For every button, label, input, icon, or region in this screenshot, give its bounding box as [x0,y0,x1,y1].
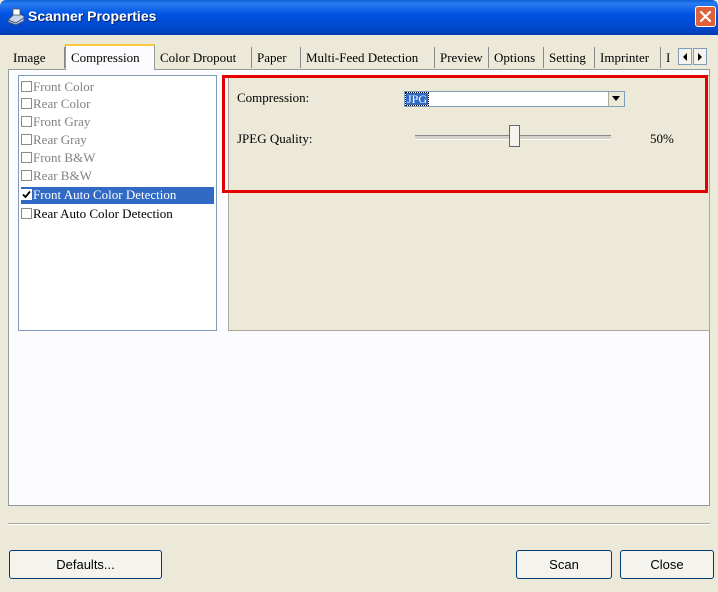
checkbox[interactable] [21,170,32,181]
defaults-button[interactable]: Defaults... [9,550,162,579]
checkbox[interactable] [21,116,32,127]
checkbox[interactable] [21,98,32,109]
tab-scroll-right-button[interactable] [693,48,707,65]
checkbox[interactable] [21,134,32,145]
tab-paper[interactable]: Paper [252,47,301,68]
window-title: Scanner Properties [28,8,157,24]
close-window-button[interactable] [695,6,716,27]
tab-multi-feed-detection[interactable]: Multi-Feed Detection [301,47,435,68]
checkbox[interactable] [21,81,32,92]
arrow-right-icon [698,53,702,61]
check-icon [22,190,31,199]
tab-imprinter[interactable]: Imprinter [595,47,661,68]
tab-options[interactable]: Options [489,47,544,68]
checkbox-checked[interactable] [21,189,32,200]
close-icon [699,10,712,23]
tab-compression[interactable]: Compression [65,44,155,70]
close-button[interactable]: Close [620,550,714,579]
highlight-annotation-box [222,75,708,193]
scan-button[interactable]: Scan [516,550,612,579]
checkbox[interactable] [21,152,32,163]
tab-color-dropout[interactable]: Color Dropout [155,47,252,68]
list-item-front-auto-color-detection[interactable]: Front Auto Color Detection [21,187,214,204]
tab-image[interactable]: Image [8,47,65,68]
tab-truncated[interactable]: I [661,47,678,68]
scanner-icon [6,8,26,26]
tab-preview[interactable]: Preview [435,47,489,68]
divider [8,523,710,525]
tab-scroll-left-button[interactable] [678,48,692,65]
title-bar[interactable]: Scanner Properties [0,0,718,35]
arrow-left-icon [683,53,687,61]
checkbox[interactable] [21,208,32,219]
image-type-list[interactable]: Front Color Rear Color Front Gray Rear G… [18,75,217,331]
tab-strip: Image Compression Color Dropout Paper Mu… [8,44,714,70]
tab-setting[interactable]: Setting [544,47,595,68]
